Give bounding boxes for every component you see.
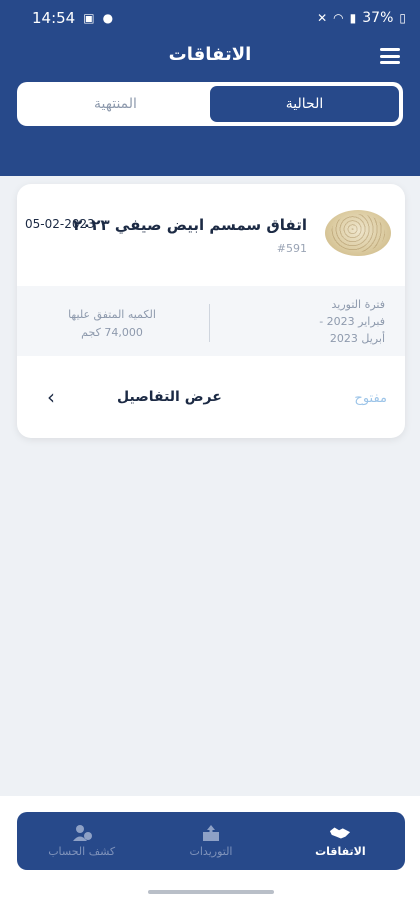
agreed-qty-label: الكميه المتفق عليها	[68, 308, 156, 321]
sesame-image	[325, 210, 391, 256]
nav-account-statement[interactable]: كشف الحساب	[17, 812, 146, 870]
agreement-tabs: الحالية المنتهية	[17, 82, 403, 126]
status-bar-right: ✕ ◠ ▮ 37% ▯	[317, 10, 406, 26]
supply-period-to: أبريل 2023	[329, 332, 385, 345]
status-bar-left: 14:54 ▣ ●	[32, 9, 113, 27]
chevron-left-icon[interactable]: ‹	[47, 387, 55, 407]
bottom-nav: الاتفاقات التوريدات كشف الحساب	[17, 812, 405, 870]
signal-icon: ▮	[349, 11, 357, 25]
upload-box-icon	[200, 824, 222, 842]
nav-supplies-label: التوريدات	[189, 845, 233, 858]
agreement-card[interactable]: اتفاق سمسم ابيض صيفي ٢٠٢٣ 05-02-2023 #59…	[17, 184, 405, 438]
agreement-number: #591	[276, 242, 307, 255]
supply-period-label: فترة التوريد	[331, 298, 385, 311]
agreed-qty-value: 74,000 كجم	[81, 326, 143, 339]
agreed-quantity: الكميه المتفق عليها 74,000 كجم	[47, 306, 177, 342]
account-statement-icon	[71, 824, 93, 842]
view-details-link[interactable]: عرض التفاصيل	[117, 389, 222, 405]
status-badge: مفتوح	[354, 391, 387, 406]
nav-agreements-label: الاتفاقات	[315, 845, 366, 858]
menu-icon[interactable]	[380, 48, 400, 64]
agreement-date: 05-02-2023	[25, 217, 95, 231]
cast-icon: ▣	[83, 11, 95, 25]
status-bar: 14:54 ▣ ● ✕ ◠ ▮ 37% ▯	[0, 0, 420, 36]
app-header: الاتفاقات الحالية المنتهية	[0, 36, 420, 176]
home-indicator[interactable]	[148, 890, 274, 894]
agreement-title: اتفاق سمسم ابيض صيفي ٢٠٢٣	[73, 216, 307, 234]
divider	[209, 304, 210, 342]
nav-account-statement-label: كشف الحساب	[48, 845, 116, 858]
page-title: الاتفاقات	[168, 44, 252, 65]
mute-icon: ✕	[317, 11, 328, 25]
tab-ended[interactable]: المنتهية	[21, 86, 210, 122]
supply-period: فترة التوريد فبراير 2023 - أبريل 2023	[255, 296, 385, 347]
nav-supplies[interactable]: التوريدات	[146, 812, 275, 870]
wifi-icon: ◠	[333, 11, 344, 25]
battery-icon: ▯	[399, 11, 406, 25]
agreement-info: فترة التوريد فبراير 2023 - أبريل 2023 ال…	[17, 286, 405, 356]
nav-agreements[interactable]: الاتفاقات	[276, 812, 405, 870]
status-time: 14:54	[32, 9, 76, 27]
location-icon: ●	[102, 11, 114, 25]
supply-period-from: فبراير 2023 -	[319, 315, 385, 328]
tab-current[interactable]: الحالية	[210, 86, 399, 122]
battery-level: 37%	[362, 10, 394, 26]
handshake-icon	[329, 824, 351, 842]
